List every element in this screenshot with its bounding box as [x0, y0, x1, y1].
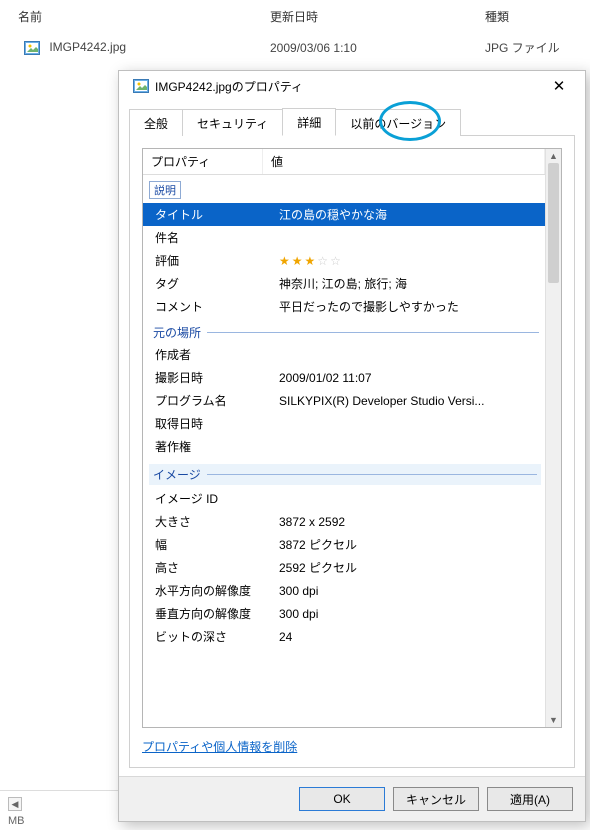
section-origin: 元の場所 — [153, 324, 539, 341]
file-explorer: 名前 更新日時 種類 IMGP4242.jpg 2009/03/06 1:10 … — [0, 0, 590, 62]
prop-label: タイトル — [143, 203, 271, 226]
prop-label: 著作権 — [143, 435, 271, 458]
prop-row-copyright[interactable]: 著作権 — [143, 435, 545, 458]
prop-label: 取得日時 — [143, 412, 271, 435]
file-row[interactable]: IMGP4242.jpg 2009/03/06 1:10 JPG ファイル — [0, 33, 590, 62]
scroll-left-button[interactable]: ◀ — [8, 797, 22, 811]
prop-value: SILKYPIX(R) Developer Studio Versi... — [271, 389, 545, 412]
prop-row-author[interactable]: 作成者 — [143, 343, 545, 366]
prop-value: 江の島の穏やかな海 — [271, 203, 545, 226]
dialog-titlebar[interactable]: IMGP4242.jpgのプロパティ ✕ — [119, 71, 585, 101]
prop-value: 2592 ピクセル — [271, 556, 545, 579]
scroll-up-icon[interactable]: ▲ — [546, 149, 561, 163]
prop-value: 300 dpi — [271, 602, 545, 625]
close-icon: ✕ — [553, 77, 566, 95]
prop-row-width[interactable]: 幅 3872 ピクセル — [143, 533, 545, 556]
prop-label: 評価 — [143, 249, 271, 272]
prop-row-acquired[interactable]: 取得日時 — [143, 412, 545, 435]
apply-button[interactable]: 適用(A) — [487, 787, 573, 811]
close-button[interactable]: ✕ — [537, 72, 581, 100]
properties-dialog: IMGP4242.jpgのプロパティ ✕ 全般 セキュリティ 詳細 以前のバージ… — [118, 70, 586, 822]
column-header-value[interactable]: 値 — [263, 149, 545, 174]
remove-properties-link[interactable]: プロパティや個人情報を削除 — [142, 738, 562, 755]
prop-row-comment[interactable]: コメント 平日だったので撮影しやすかった — [143, 295, 545, 318]
column-header-name[interactable]: 名前 — [0, 4, 260, 29]
tab-general[interactable]: 全般 — [129, 109, 183, 136]
prop-value: 300 dpi — [271, 579, 545, 602]
image-file-icon — [24, 40, 40, 56]
prop-value: 3872 x 2592 — [271, 510, 545, 533]
prop-label: タグ — [143, 272, 271, 295]
rating-stars[interactable]: ★★★☆☆ — [271, 249, 545, 272]
prop-value — [271, 343, 545, 366]
prop-row-subject[interactable]: 件名 — [143, 226, 545, 249]
prop-value: 2009/01/02 11:07 — [271, 366, 545, 389]
prop-label: ビットの深さ — [143, 625, 271, 648]
prop-label: 撮影日時 — [143, 366, 271, 389]
prop-row-program[interactable]: プログラム名 SILKYPIX(R) Developer Studio Vers… — [143, 389, 545, 412]
prop-value: 3872 ピクセル — [271, 533, 545, 556]
prop-label: 高さ — [143, 556, 271, 579]
prop-row-image-id[interactable]: イメージ ID — [143, 487, 545, 510]
prop-value: 平日だったので撮影しやすかった — [271, 295, 545, 318]
tab-details[interactable]: 詳細 — [282, 108, 336, 136]
tab-security[interactable]: セキュリティ — [182, 109, 283, 136]
prop-label: 作成者 — [143, 343, 271, 366]
prop-value — [271, 412, 545, 435]
explorer-columns-header: 名前 更新日時 種類 — [0, 0, 590, 33]
status-size-suffix: MB — [8, 815, 112, 827]
prop-row-vres[interactable]: 垂直方向の解像度 300 dpi — [143, 602, 545, 625]
prop-label: イメージ ID — [143, 487, 271, 510]
scroll-thumb[interactable] — [548, 163, 559, 283]
file-type: JPG ファイル — [475, 35, 590, 60]
tab-strip: 全般 セキュリティ 詳細 以前のバージョン — [129, 107, 575, 135]
prop-value — [271, 435, 545, 458]
section-description: 説明 — [149, 181, 181, 199]
prop-row-rating[interactable]: 評価 ★★★☆☆ — [143, 249, 545, 272]
prop-label: 件名 — [143, 226, 271, 249]
prop-row-hres[interactable]: 水平方向の解像度 300 dpi — [143, 579, 545, 602]
column-header-date[interactable]: 更新日時 — [260, 4, 475, 29]
prop-row-tags[interactable]: タグ 神奈川; 江の島; 旅行; 海 — [143, 272, 545, 295]
column-header-property[interactable]: プロパティ — [143, 149, 263, 174]
prop-label: プログラム名 — [143, 389, 271, 412]
dialog-footer: OK キャンセル 適用(A) — [119, 776, 585, 821]
status-bar: ◀ MB — [0, 790, 120, 830]
prop-row-bitdepth[interactable]: ビットの深さ 24 — [143, 625, 545, 648]
cancel-button[interactable]: キャンセル — [393, 787, 479, 811]
prop-value: 神奈川; 江の島; 旅行; 海 — [271, 272, 545, 295]
prop-row-dimensions[interactable]: 大きさ 3872 x 2592 — [143, 510, 545, 533]
file-name: IMGP4242.jpg — [49, 40, 126, 54]
column-header-type[interactable]: 種類 — [475, 4, 590, 29]
section-image: イメージ — [149, 464, 541, 485]
ok-button[interactable]: OK — [299, 787, 385, 811]
prop-value — [271, 226, 545, 249]
prop-row-height[interactable]: 高さ 2592 ピクセル — [143, 556, 545, 579]
prop-row-title[interactable]: タイトル 江の島の穏やかな海 — [143, 203, 545, 226]
details-panel: プロパティ 値 説明 タイトル 江の島の穏やかな海 件名 — [129, 135, 575, 768]
dialog-title-icon — [133, 78, 149, 94]
prop-label: 幅 — [143, 533, 271, 556]
prop-label: 水平方向の解像度 — [143, 579, 271, 602]
prop-row-date-taken[interactable]: 撮影日時 2009/01/02 11:07 — [143, 366, 545, 389]
vertical-scrollbar[interactable]: ▲ ▼ — [545, 149, 561, 727]
property-list[interactable]: プロパティ 値 説明 タイトル 江の島の穏やかな海 件名 — [143, 149, 545, 727]
prop-label: 大きさ — [143, 510, 271, 533]
prop-value — [271, 487, 545, 510]
prop-value: 24 — [271, 625, 545, 648]
prop-label: 垂直方向の解像度 — [143, 602, 271, 625]
prop-label: コメント — [143, 295, 271, 318]
tab-previous-versions[interactable]: 以前のバージョン — [335, 109, 461, 136]
dialog-title: IMGP4242.jpgのプロパティ — [155, 78, 537, 95]
scroll-down-icon[interactable]: ▼ — [546, 713, 561, 727]
file-modified: 2009/03/06 1:10 — [260, 37, 475, 59]
